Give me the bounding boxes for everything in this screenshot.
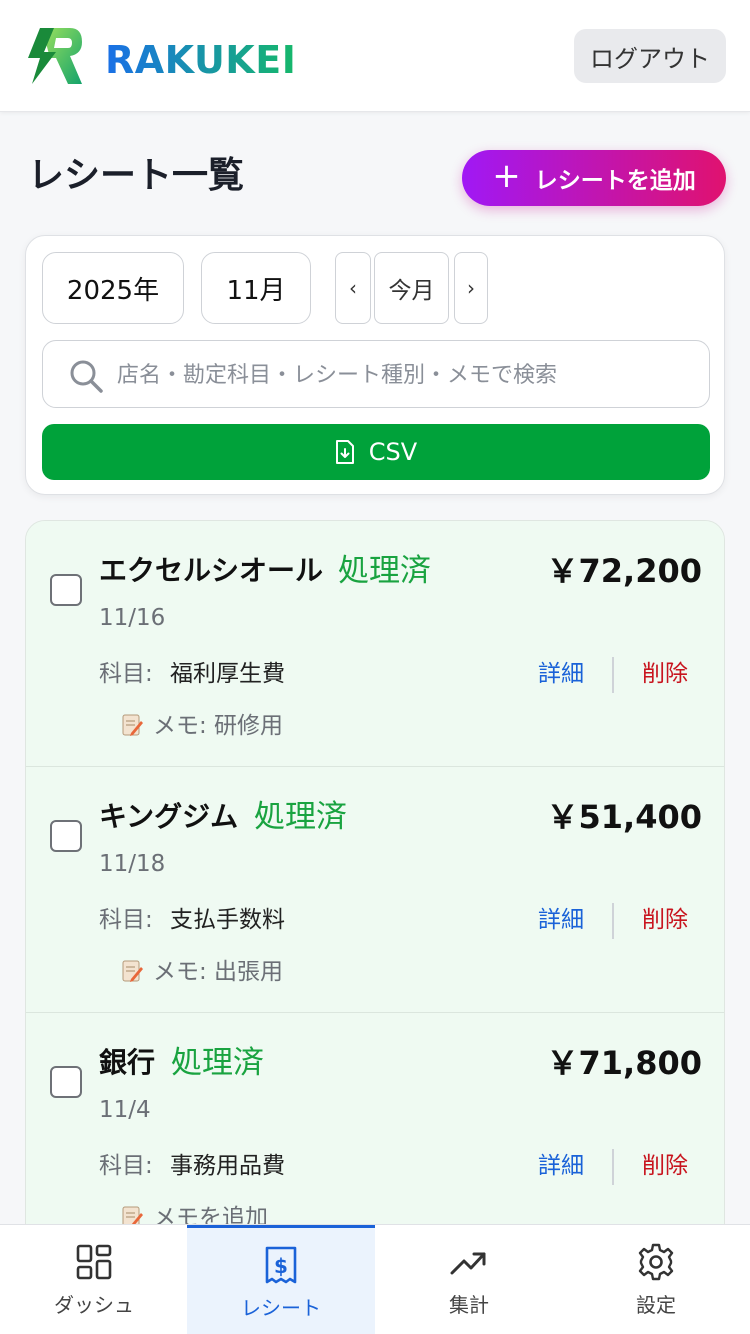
trending-up-icon	[450, 1252, 486, 1275]
prev-month-button[interactable]: ‹	[335, 252, 371, 324]
csv-export-button[interactable]: CSV	[42, 424, 710, 480]
nav-summary[interactable]: 集計	[375, 1225, 563, 1334]
receipt-dollar-icon: $	[265, 1246, 297, 1284]
receipt-amount: ￥71,800	[546, 1044, 703, 1082]
receipt-date: 11/16	[99, 605, 166, 631]
plus-icon: +	[492, 156, 521, 196]
filter-panel: 2025年 11月 ‹ 今月 › CSV	[25, 235, 725, 495]
memo-icon	[122, 960, 143, 982]
year-select[interactable]: 2025年	[42, 252, 184, 324]
this-month-button[interactable]: 今月	[374, 252, 449, 324]
nav-receipts-label: レシート	[241, 1296, 321, 1320]
receipt-item: 銀行 処理済 ￥71,800 11/4 科目: 事務用品費 詳細 削除 メモを追…	[26, 1013, 724, 1259]
receipt-checkbox[interactable]	[50, 1066, 82, 1098]
action-divider	[612, 903, 614, 939]
add-receipt-button[interactable]: + レシートを追加	[462, 150, 726, 206]
receipt-amount: ￥51,400	[546, 798, 703, 836]
receipt-store: 銀行	[99, 1046, 156, 1079]
action-divider	[612, 657, 614, 693]
next-month-button[interactable]: ›	[454, 252, 488, 324]
memo-icon	[122, 714, 143, 736]
receipt-store: エクセルシオール	[99, 554, 324, 587]
nav-receipts[interactable]: $ レシート	[187, 1225, 375, 1334]
nav-settings[interactable]: 設定	[562, 1225, 750, 1334]
nav-summary-label: 集計	[449, 1293, 489, 1317]
add-receipt-label: レシートを追加	[534, 168, 696, 194]
delete-link[interactable]: 削除	[642, 659, 688, 689]
rakukei-logo-icon	[28, 28, 82, 84]
app-header: RAKUKEI ログアウト	[0, 0, 750, 112]
receipt-category: 事務用品費	[170, 1153, 285, 1179]
gear-icon	[638, 1243, 674, 1281]
logout-button[interactable]: ログアウト	[574, 29, 726, 83]
category-label: 科目:	[99, 1153, 153, 1179]
receipt-memo[interactable]: メモ: 研修用	[153, 711, 283, 741]
search-box	[42, 340, 710, 408]
receipt-category: 支払手数料	[170, 907, 285, 933]
receipt-status: 処理済	[254, 799, 347, 835]
dashboard-grid-icon	[76, 1244, 112, 1280]
delete-link[interactable]: 削除	[642, 1151, 688, 1181]
detail-link[interactable]: 詳細	[538, 659, 584, 689]
page-title: レシート一覧	[28, 155, 245, 196]
brand-name: RAKUKEI	[105, 38, 297, 82]
receipt-item: エクセルシオール 処理済 ￥72,200 11/16 科目: 福利厚生費 詳細 …	[26, 521, 724, 767]
receipt-list: エクセルシオール 処理済 ￥72,200 11/16 科目: 福利厚生費 詳細 …	[25, 520, 725, 1280]
file-download-icon	[335, 440, 354, 464]
category-label: 科目:	[99, 907, 153, 933]
search-icon	[70, 360, 103, 393]
receipt-status: 処理済	[338, 553, 431, 589]
receipt-date: 11/4	[99, 1097, 151, 1123]
receipt-item: キングジム 処理済 ￥51,400 11/18 科目: 支払手数料 詳細 削除 …	[26, 767, 724, 1013]
nav-settings-label: 設定	[636, 1293, 676, 1317]
delete-link[interactable]: 削除	[642, 905, 688, 935]
detail-link[interactable]: 詳細	[538, 1151, 584, 1181]
receipt-status: 処理済	[171, 1045, 264, 1081]
nav-dashboard-label: ダッシュ	[54, 1293, 134, 1317]
receipt-memo[interactable]: メモ: 出張用	[153, 957, 283, 987]
nav-dashboard[interactable]: ダッシュ	[0, 1225, 188, 1334]
receipt-checkbox[interactable]	[50, 574, 82, 606]
category-label: 科目:	[99, 661, 153, 687]
receipt-amount: ￥72,200	[546, 552, 703, 590]
action-divider	[612, 1149, 614, 1185]
receipt-category: 福利厚生費	[170, 661, 285, 687]
receipt-store: キングジム	[99, 800, 239, 833]
search-input[interactable]	[117, 351, 697, 399]
detail-link[interactable]: 詳細	[538, 905, 584, 935]
receipt-date: 11/18	[99, 851, 166, 877]
month-select[interactable]: 11月	[201, 252, 311, 324]
bottom-navigation: ダッシュ $ レシート 集計 設定	[0, 1224, 750, 1334]
csv-label: CSV	[368, 438, 418, 466]
svg-text:$: $	[274, 1254, 288, 1278]
receipt-checkbox[interactable]	[50, 820, 82, 852]
